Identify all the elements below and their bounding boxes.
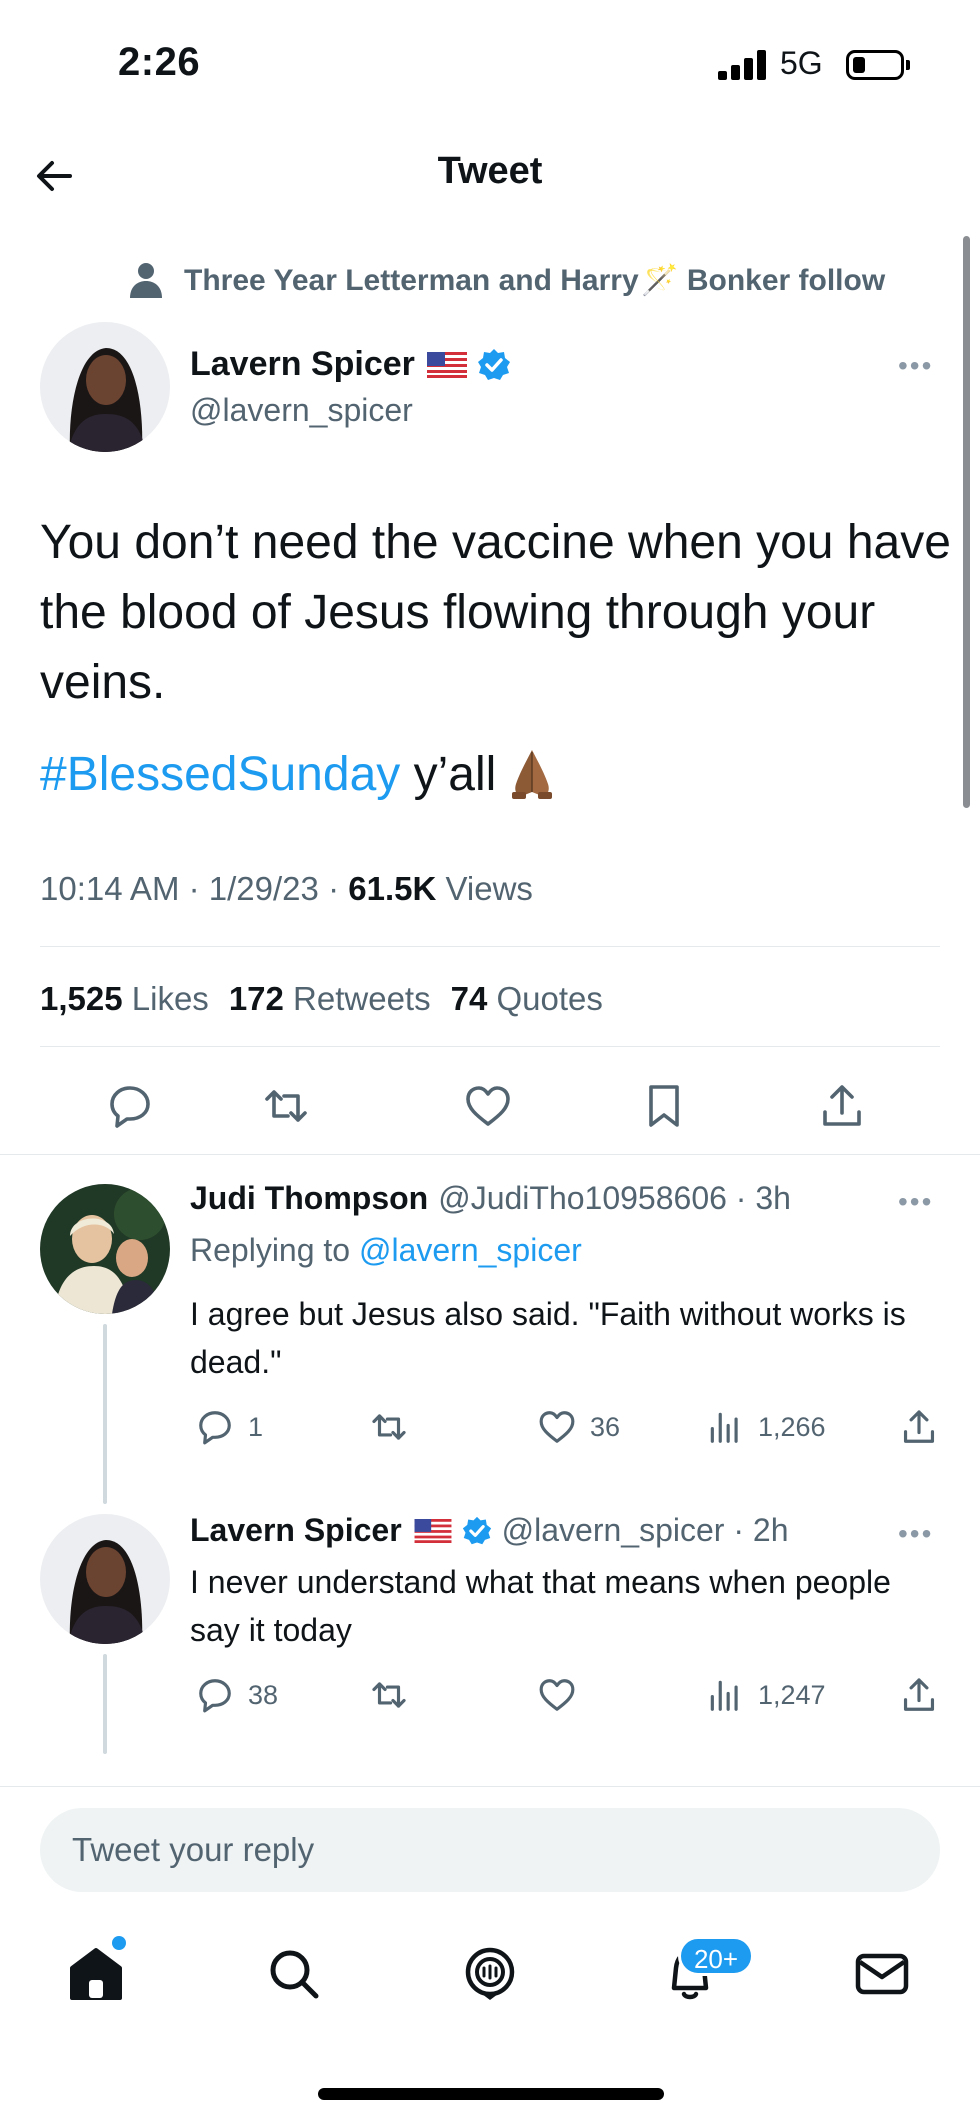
folded-hands-emoji-icon	[512, 750, 553, 799]
thread-line	[103, 1324, 107, 1504]
reply-author-handle[interactable]: @JudiTho10958606 · 3h	[438, 1180, 791, 1217]
reply-text: I agree but Jesus also said. "Faith with…	[190, 1296, 906, 1380]
main-author-name-row[interactable]: Lavern Spicer	[190, 345, 511, 384]
quotes-stat[interactable]: 74 Quotes	[451, 980, 603, 1017]
messages-envelope-icon[interactable]	[852, 1944, 912, 2004]
retweet-icon	[372, 1414, 406, 1440]
network-label: 5G	[780, 45, 823, 81]
scrollbar[interactable]	[963, 236, 970, 808]
search-icon[interactable]	[264, 1944, 324, 2004]
reply-author-name[interactable]: Judi Thompson	[190, 1180, 428, 1217]
reply-icon[interactable]	[106, 1082, 154, 1130]
tweet-time: 10:14 AM	[40, 870, 180, 907]
reply-count: 1	[248, 1411, 264, 1442]
avatar[interactable]	[40, 322, 170, 452]
tweet-date: 1/29/23	[208, 870, 319, 907]
bookmark-icon[interactable]	[640, 1082, 688, 1130]
reply-author-photo	[40, 1184, 170, 1314]
reply-views-action[interactable]: 1,266	[706, 1408, 826, 1446]
home-unread-dot	[112, 1936, 126, 1950]
home-icon[interactable]	[66, 1944, 126, 2004]
author-handle[interactable]: @lavern_spicer	[190, 392, 413, 429]
signal-icon	[718, 48, 770, 80]
status-bar: 2:26 5G	[0, 0, 980, 120]
status-time: 2:26	[118, 40, 201, 84]
tweet-stats: 1,525 Likes 172 Retweets 74 Quotes	[40, 980, 603, 1018]
reply-count: 38	[248, 1679, 279, 1710]
reply-author-photo	[40, 1514, 170, 1644]
reply-input[interactable]	[72, 1808, 912, 1892]
us-flag-icon	[426, 351, 467, 378]
page-title: Tweet	[437, 150, 543, 192]
tweet-text: You don’t need the vaccine when you have…	[40, 516, 951, 709]
like-heart-icon[interactable]	[464, 1082, 512, 1130]
avatar[interactable]	[40, 1514, 170, 1644]
retweet-icon[interactable]	[262, 1082, 310, 1130]
hashtag-link[interactable]: #BlessedSunday	[40, 748, 400, 801]
reply-author-handle[interactable]: @lavern_spicer · 2h	[502, 1512, 789, 1549]
avatar[interactable]	[40, 1184, 170, 1314]
divider	[40, 1046, 940, 1047]
reply-reply-action[interactable]: 1	[196, 1408, 263, 1446]
social-context[interactable]: Three Year Letterman and Harry 🪄 Bonker …	[126, 258, 885, 302]
reply-views-action[interactable]: 1,247	[706, 1676, 826, 1714]
views-label[interactable]: Views	[436, 870, 532, 907]
mention-link[interactable]: @lavern_spicer	[359, 1232, 582, 1268]
spaces-icon[interactable]	[460, 1944, 520, 2004]
verified-badge-icon	[462, 1516, 491, 1544]
nav-header: Tweet	[0, 140, 980, 210]
home-indicator[interactable]	[318, 2088, 664, 2100]
share-icon	[903, 1678, 935, 1711]
views-chart-icon	[710, 1412, 738, 1443]
us-flag-icon	[414, 1518, 452, 1543]
reply-reply-action[interactable]: 38	[196, 1676, 278, 1714]
author-name[interactable]: Lavern Spicer	[190, 345, 415, 384]
person-icon	[130, 263, 162, 298]
divider	[0, 1154, 980, 1155]
divider	[40, 946, 940, 947]
reply-header[interactable]: Judi Thompson @JudiTho10958606 · 3h	[190, 1180, 791, 1217]
share-icon[interactable]	[818, 1082, 866, 1130]
reply-icon	[199, 1411, 231, 1445]
reply-text: I never understand what that means when …	[190, 1564, 891, 1648]
reply-share-action[interactable]	[900, 1408, 952, 1446]
reply-like-action[interactable]	[538, 1676, 590, 1714]
battery-tip	[906, 60, 910, 70]
more-options-icon[interactable]: •••	[898, 1186, 933, 1218]
reply-icon	[199, 1679, 231, 1713]
tweet-meta: 10:14 AM · 1/29/23 · 61.5K Views	[40, 870, 533, 907]
battery-icon	[846, 50, 904, 80]
retweet-icon	[372, 1682, 406, 1708]
retweets-stat[interactable]: 172 Retweets	[229, 980, 431, 1017]
verified-badge-icon	[477, 348, 510, 380]
social-context-text: Three Year Letterman and Harry 🪄 Bonker …	[184, 263, 886, 297]
tweet-tail-text: y’all	[400, 748, 497, 801]
thread-line	[103, 1654, 107, 1754]
reply-retweet-action[interactable]	[370, 1408, 422, 1446]
like-heart-icon	[539, 1411, 575, 1443]
reply-share-action[interactable]	[900, 1676, 952, 1714]
divider	[0, 1786, 980, 1787]
view-count: 1,247	[758, 1679, 826, 1710]
likes-stat[interactable]: 1,525 Likes	[40, 980, 209, 1017]
notifications-badge: 20+	[678, 1936, 754, 1976]
reply-header[interactable]: Lavern Spicer @lavern_spicer · 2h	[190, 1512, 788, 1549]
reply-author-name[interactable]: Lavern Spicer	[190, 1512, 402, 1549]
more-options-icon[interactable]: •••	[898, 350, 933, 382]
views-count[interactable]: 61.5K	[348, 870, 436, 907]
reply-composer[interactable]	[40, 1808, 940, 1892]
like-heart-icon	[539, 1679, 575, 1711]
more-options-icon[interactable]: •••	[898, 1518, 933, 1550]
replying-to: Replying to @lavern_spicer	[190, 1232, 582, 1268]
views-chart-icon	[710, 1680, 738, 1711]
reply-retweet-action[interactable]	[370, 1676, 422, 1714]
like-count: 36	[590, 1411, 621, 1442]
author-photo	[40, 322, 170, 452]
view-count: 1,266	[758, 1411, 826, 1442]
tweet-tagline: #BlessedSunday y’all	[40, 740, 558, 810]
share-icon	[903, 1410, 935, 1443]
reply-like-action[interactable]: 36	[538, 1408, 620, 1446]
